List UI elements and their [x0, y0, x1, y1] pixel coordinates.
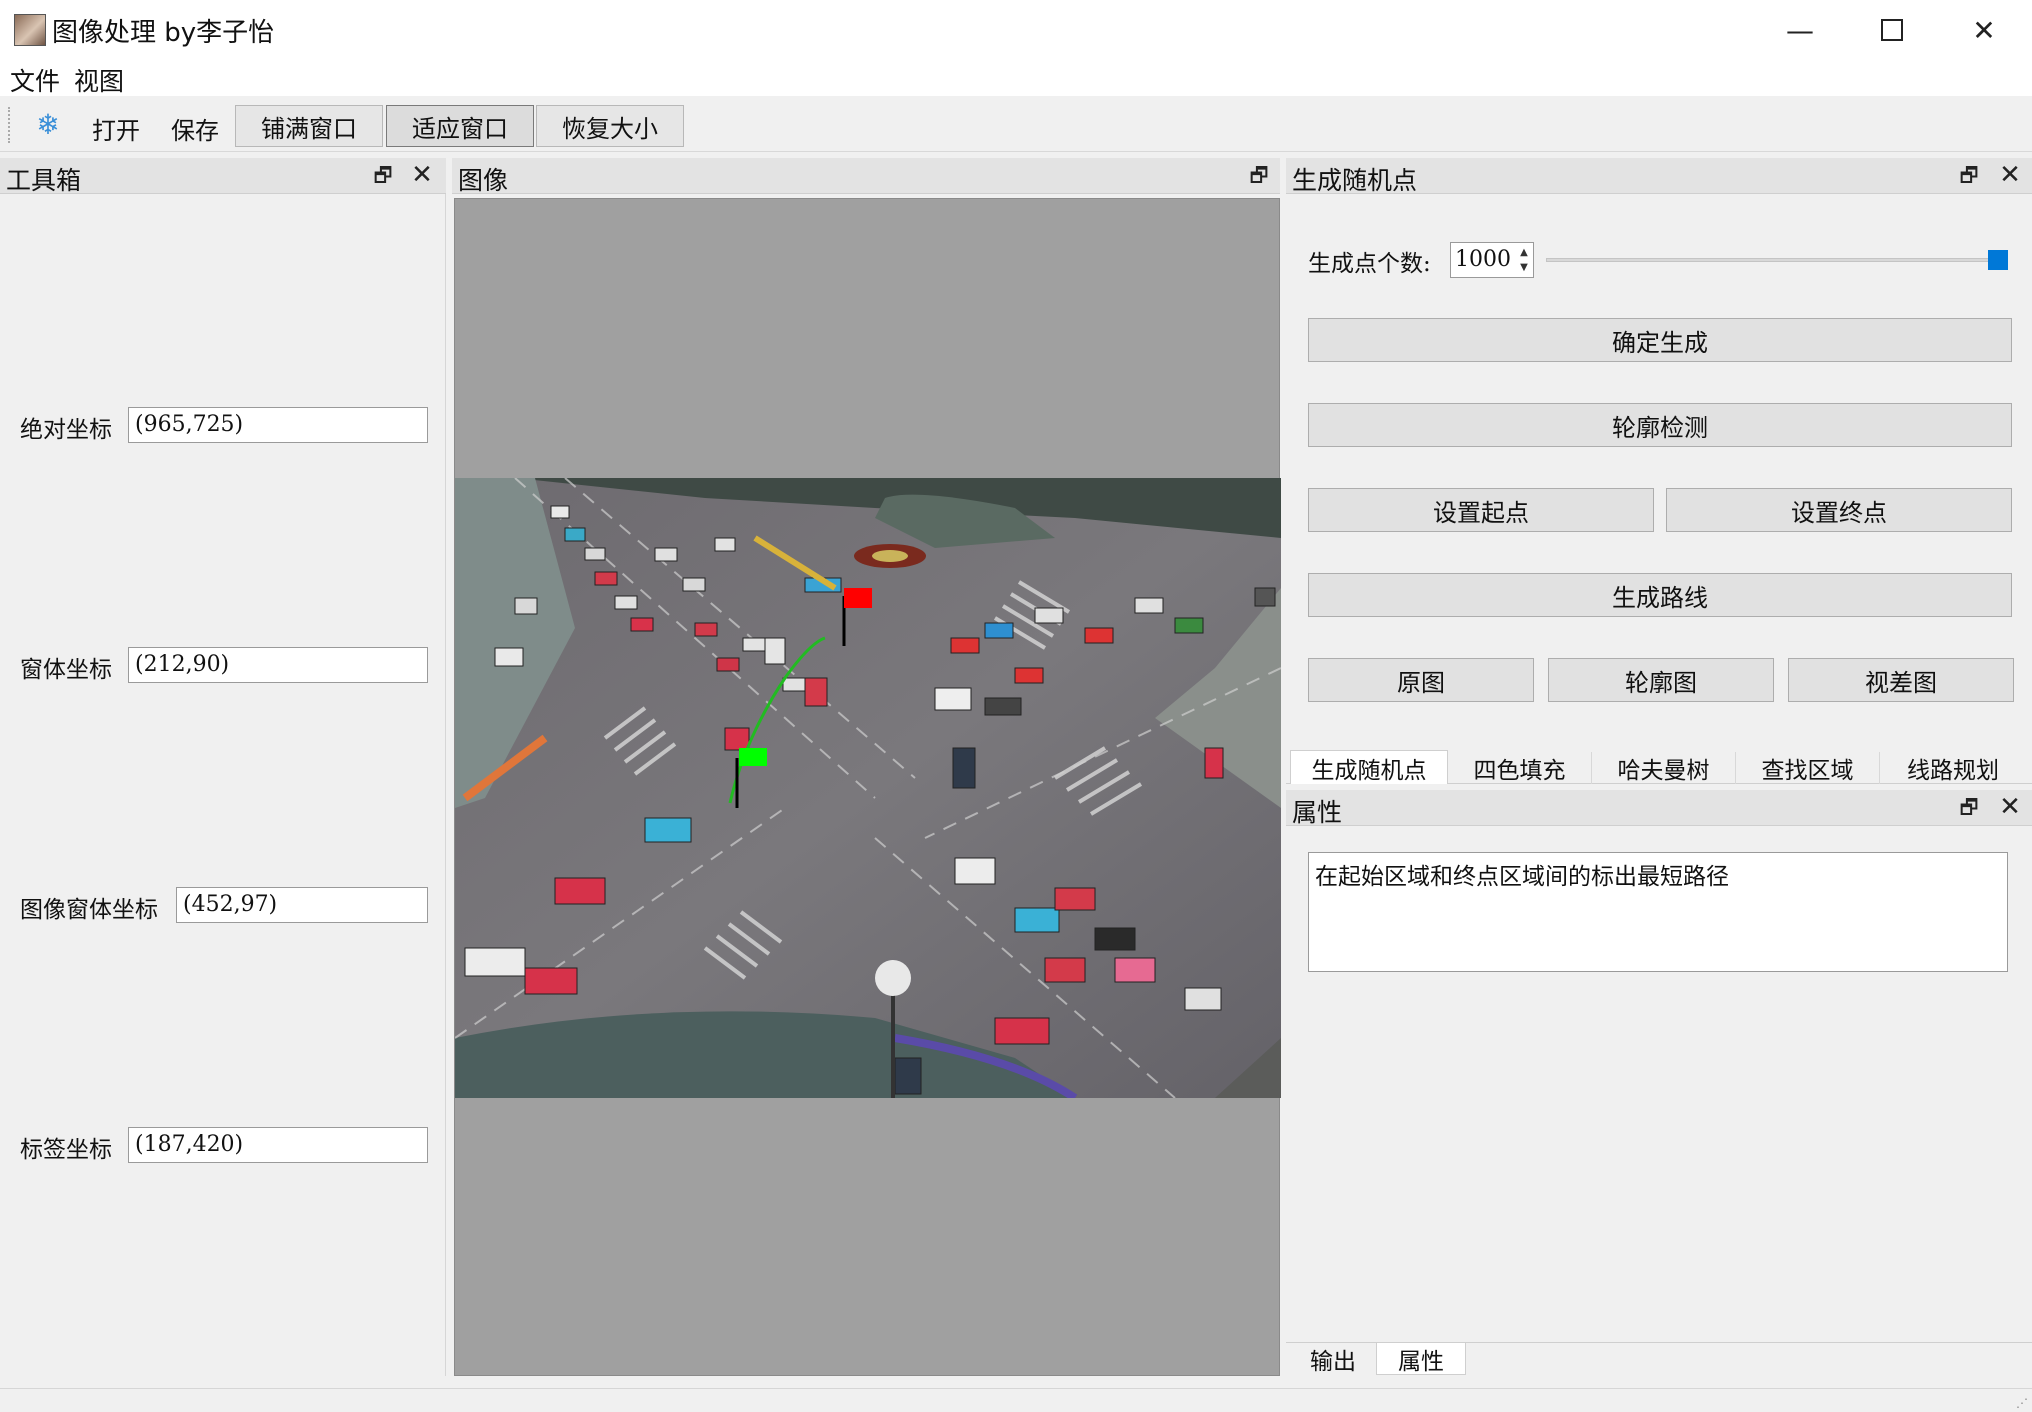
menu-view[interactable]: 视图 — [70, 62, 128, 98]
maximize-icon — [1881, 19, 1903, 41]
menu-file[interactable]: 文件 — [6, 62, 64, 98]
tab-find-region[interactable]: 查找区域 — [1736, 752, 1880, 784]
toolbox-panel: 工具箱 🗗 ✕ 绝对坐标 (965,725) 窗体坐标 (212,90) 图像窗… — [0, 158, 446, 1376]
title-bar: 图像处理 by李子怡 — ✕ — [0, 0, 2032, 60]
disparity-image-button[interactable]: 视差图 — [1788, 658, 2014, 702]
property-title-bar[interactable]: 属性 🗗 ✕ — [1286, 790, 2032, 827]
fill-window-button[interactable]: 铺满窗口 — [235, 105, 383, 147]
image-title-bar[interactable]: 图像 🗗 — [452, 158, 1280, 195]
toolbar-grip[interactable] — [8, 107, 12, 143]
point-count-spinbox[interactable]: 1000 ▲ ▼ — [1450, 242, 1534, 278]
close-icon: ✕ — [1972, 13, 1996, 47]
toolbox-title-bar[interactable]: 工具箱 🗗 ✕ — [0, 158, 446, 195]
function-tabs: 生成随机点 四色填充 哈夫曼树 查找区域 线路规划 — [1286, 750, 2032, 784]
window-coord-label: 窗体坐标 — [20, 657, 112, 683]
close-window-button[interactable]: ✕ — [1938, 0, 2030, 60]
fit-window-button[interactable]: 适应窗口 — [386, 105, 534, 147]
close-icon[interactable]: ✕ — [410, 162, 434, 188]
tab-output[interactable]: 输出 — [1290, 1343, 1376, 1375]
point-count-slider[interactable] — [1546, 258, 1990, 262]
float-icon[interactable]: 🗗 — [1248, 164, 1270, 186]
menu-bar: 文件 视图 — [0, 60, 2032, 96]
contour-image-button[interactable]: 轮廓图 — [1548, 658, 1774, 702]
close-icon[interactable]: ✕ — [1998, 162, 2022, 188]
slider-handle[interactable] — [1988, 250, 2008, 270]
property-text-area[interactable]: 在起始区域和终点区域间的标出最短路径 — [1308, 852, 2008, 972]
image-title: 图像 — [458, 166, 509, 195]
image-window-coord-field[interactable]: (452,97) — [176, 887, 428, 923]
float-icon[interactable]: 🗗 — [1958, 164, 1980, 186]
point-count-value: 1000 — [1455, 247, 1511, 272]
status-bar: ⋰ — [0, 1388, 2032, 1412]
minimize-button[interactable]: — — [1754, 0, 1846, 60]
image-window-coord-label: 图像窗体坐标 — [20, 897, 158, 923]
app-icon — [14, 14, 46, 46]
generate-points-title-bar[interactable]: 生成随机点 🗗 ✕ — [1286, 158, 2032, 195]
contour-detect-button[interactable]: 轮廓检测 — [1308, 403, 2012, 447]
minimize-icon: — — [1786, 13, 1814, 47]
open-button[interactable]: 打开 — [92, 111, 140, 146]
tab-four-color-fill[interactable]: 四色填充 — [1448, 752, 1592, 784]
window-title: 图像处理 by李子怡 — [52, 18, 275, 48]
bottom-tabs: 输出 属性 — [1286, 1342, 2032, 1376]
close-icon[interactable]: ✕ — [1998, 794, 2022, 820]
float-icon[interactable]: 🗗 — [372, 164, 394, 186]
toolbox-title: 工具箱 — [6, 166, 82, 195]
save-button[interactable]: 保存 — [171, 111, 219, 146]
confirm-generate-button[interactable]: 确定生成 — [1308, 318, 2012, 362]
set-end-button[interactable]: 设置终点 — [1666, 488, 2012, 532]
float-icon[interactable]: 🗗 — [1958, 796, 1980, 818]
snowflake-icon[interactable]: ❄ — [32, 109, 64, 141]
generate-route-button[interactable]: 生成路线 — [1308, 573, 2012, 617]
right-panel: 生成随机点 🗗 ✕ 生成点个数: 1000 ▲ ▼ 确定生成 轮廓检测 设置起点 … — [1286, 158, 2032, 1376]
absolute-coord-label: 绝对坐标 — [20, 417, 112, 443]
label-coord-field[interactable]: (187,420) — [128, 1127, 428, 1163]
size-grip-icon[interactable]: ⋰ — [2016, 1396, 2028, 1410]
image-panel: 图像 🗗 — [452, 158, 1281, 1376]
tab-generate-points[interactable]: 生成随机点 — [1290, 750, 1448, 784]
tab-properties[interactable]: 属性 — [1376, 1343, 1466, 1375]
set-start-button[interactable]: 设置起点 — [1308, 488, 1654, 532]
tab-huffman-tree[interactable]: 哈夫曼树 — [1592, 752, 1736, 784]
toolbar: ❄ 打开 保存 铺满窗口 适应窗口 恢复大小 — [0, 97, 2032, 152]
generate-points-title: 生成随机点 — [1292, 166, 1418, 195]
absolute-coord-field[interactable]: (965,725) — [128, 407, 428, 443]
label-coord-label: 标签坐标 — [20, 1137, 112, 1163]
intersection-photo — [455, 478, 1281, 1098]
original-image-button[interactable]: 原图 — [1308, 658, 1534, 702]
window-coord-field[interactable]: (212,90) — [128, 647, 428, 683]
restore-size-button[interactable]: 恢复大小 — [536, 105, 684, 147]
property-title: 属性 — [1292, 798, 1343, 827]
tab-route-planning[interactable]: 线路规划 — [1880, 752, 2026, 784]
maximize-button[interactable] — [1846, 0, 1938, 60]
spin-arrows-icon[interactable]: ▲ ▼ — [1517, 245, 1531, 275]
image-canvas[interactable] — [454, 198, 1281, 1376]
point-count-label: 生成点个数: — [1308, 251, 1431, 277]
